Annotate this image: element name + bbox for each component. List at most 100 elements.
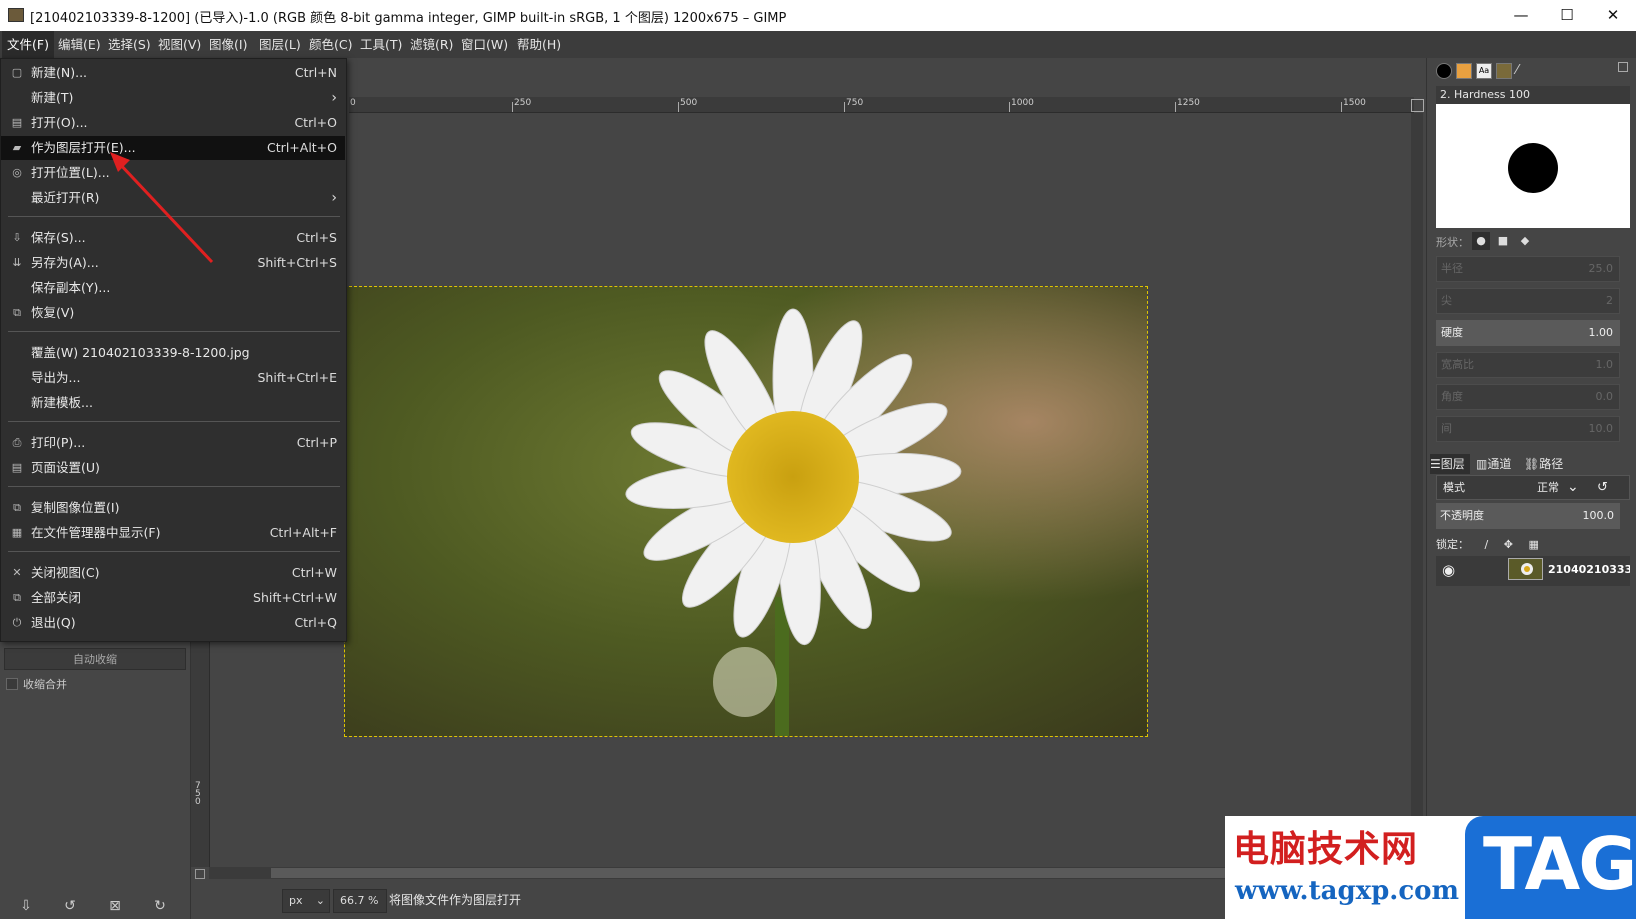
zoom-select[interactable]: 66.7 % — [333, 889, 387, 913]
circle-shape-icon[interactable]: ● — [1472, 232, 1490, 250]
maximize-button[interactable]: ☐ — [1544, 0, 1590, 31]
brushes-tab-icon[interactable] — [1436, 63, 1452, 79]
menu-select[interactable]: 选择(S) — [103, 31, 156, 58]
file-menu-item-label: 新建模板... — [31, 395, 93, 410]
brush-shape-circle — [1508, 143, 1558, 193]
ruler-tick — [1341, 102, 1342, 112]
file-menu-item-label: 打开(O)... — [31, 115, 88, 130]
param-label: 间 — [1441, 422, 1452, 435]
file-menu-item[interactable]: ✕ 关闭视图(C) Ctrl+W — [1, 561, 345, 585]
file-menu-item[interactable]: ⎙ 打印(P)... Ctrl+P — [1, 431, 345, 455]
file-menu-item[interactable]: ▤ 打开(O)... Ctrl+O — [1, 111, 345, 135]
diamond-shape-icon[interactable]: ◆ — [1516, 232, 1534, 250]
param-value: 25.0 — [1588, 262, 1614, 275]
layer-thumbnail-image — [1509, 559, 1542, 579]
menu-separator — [8, 551, 340, 552]
watermark-tag-logo: TAG — [1465, 816, 1636, 919]
menu-colors[interactable]: 颜色(C) — [304, 31, 357, 58]
image-canvas[interactable] — [344, 286, 1148, 737]
auto-shrink-button[interactable]: 自动收缩 — [4, 648, 186, 670]
menu-filters[interactable]: 滤镜(R) — [405, 31, 458, 58]
menu-layer[interactable]: 图层(L) — [254, 31, 306, 58]
vertical-scrollbar[interactable] — [1411, 113, 1423, 865]
tab-paths[interactable]: ⛓路径 — [1524, 454, 1568, 474]
menu-tools[interactable]: 工具(T) — [355, 31, 407, 58]
delete-icon[interactable]: ⊠ — [105, 896, 125, 916]
menu-edit[interactable]: 编辑(E) — [53, 31, 106, 58]
file-menu-item[interactable]: ⏻ 退出(Q) Ctrl+Q — [1, 611, 345, 635]
file-menu-item-shortcut: Ctrl+O — [294, 115, 337, 130]
save-tool-preset-icon[interactable]: ⇩ — [16, 896, 36, 916]
visibility-eye-icon[interactable]: ◉ — [1442, 561, 1455, 579]
opacity-slider[interactable]: 不透明度 100.0 — [1436, 503, 1620, 529]
save-icon: ⇩ — [12, 231, 22, 244]
file-menu-item[interactable]: ▢ 新建(N)... Ctrl+N — [1, 61, 345, 85]
watermark-url: www.tagxp.com — [1235, 876, 1460, 906]
navigate-icon[interactable] — [1411, 99, 1424, 112]
square-shape-icon[interactable]: ■ — [1494, 232, 1512, 250]
window-title: [210402103339-8-1200] (已导入)-1.0 (RGB 颜色 … — [30, 11, 787, 26]
lock-pixels-icon[interactable]: ∕ — [1485, 538, 1489, 551]
spacing-slider[interactable]: 间 10.0 — [1436, 416, 1620, 442]
file-menu-item-shortcut: Ctrl+W — [291, 565, 337, 580]
aspect-ratio-slider[interactable]: 宽高比 1.0 — [1436, 352, 1620, 378]
quick-mask-icon[interactable] — [195, 869, 205, 879]
minimize-button[interactable]: — — [1498, 0, 1544, 31]
gimp-app-icon — [8, 8, 24, 22]
composite-mode-icon[interactable]: ↺ — [1597, 476, 1608, 499]
file-menu-item[interactable]: ⧉ 全部关闭 Shift+Ctrl+W — [1, 586, 345, 610]
paint-dynamics-tab-icon[interactable]: ⁄ — [1516, 63, 1532, 79]
file-menu-item[interactable]: 导出为... Shift+Ctrl+E — [1, 366, 345, 390]
file-menu-item[interactable]: 保存副本(Y)... — [1, 276, 345, 300]
menu-image[interactable]: 图像(I) — [204, 31, 252, 58]
file-menu-item[interactable]: ▤ 页面设置(U) — [1, 456, 345, 480]
ruler-tick — [1175, 102, 1176, 112]
images-tab-icon[interactable] — [1496, 63, 1512, 79]
revert-icon: ⧉ — [13, 306, 21, 319]
angle-slider[interactable]: 角度 0.0 — [1436, 384, 1620, 410]
dock-menu-icon[interactable] — [1618, 62, 1628, 72]
file-menu-item[interactable]: ⧉ 复制图像位置(I) — [1, 496, 345, 520]
close-button[interactable]: ✕ — [1590, 0, 1636, 31]
menu-windows[interactable]: 窗口(W) — [456, 31, 513, 58]
fonts-tab-icon[interactable]: Aa — [1476, 63, 1492, 79]
menu-help[interactable]: 帮助(H) — [512, 31, 566, 58]
hardness-slider[interactable]: 硬度 1.00 — [1436, 320, 1620, 346]
ruler-label: 1250 — [1177, 98, 1200, 108]
lock-label: 锁定： — [1436, 538, 1469, 551]
unit-select[interactable]: px ⌄ — [282, 889, 330, 913]
file-menu-item[interactable]: 新建(T) › — [1, 86, 345, 110]
file-menu-item-label: 页面设置(U) — [31, 460, 100, 475]
ruler-label: 500 — [680, 98, 698, 108]
lock-position-icon[interactable]: ✥ — [1504, 538, 1513, 551]
param-value: 0.0 — [1595, 390, 1614, 403]
opacity-value: 100.0 — [1582, 509, 1615, 522]
tab-channels[interactable]: ▥通道 — [1476, 454, 1520, 474]
file-menu-item-label: 全部关闭 — [31, 590, 82, 605]
radius-slider[interactable]: 半径 25.0 — [1436, 256, 1620, 282]
menu-view[interactable]: 视图(V) — [153, 31, 206, 58]
param-label: 宽高比 — [1441, 358, 1474, 371]
file-menu-item[interactable]: ⧉ 恢复(V) — [1, 301, 345, 325]
file-menu-item[interactable]: ▦ 在文件管理器中显示(F) Ctrl+Alt+F — [1, 521, 345, 545]
file-menu-item-label: 新建(T) — [31, 90, 74, 105]
menu-file[interactable]: 文件(F) — [2, 31, 54, 58]
zoom-value: 66.7 % — [340, 894, 379, 907]
layer-mode-select[interactable]: 模式 正常 ⌄ ↺ — [1436, 475, 1630, 500]
file-menu-item[interactable]: 新建模板... — [1, 391, 345, 415]
patterns-tab-icon[interactable] — [1456, 63, 1472, 79]
tab-layers[interactable]: ☰图层 — [1430, 454, 1470, 474]
lock-alpha-icon[interactable]: ▦ — [1528, 538, 1538, 551]
ruler-tick — [678, 102, 679, 112]
layer-name[interactable]: 210402103339 — [1548, 563, 1630, 576]
reset-icon[interactable]: ↻ — [150, 896, 170, 916]
spikes-slider[interactable]: 尖 2 — [1436, 288, 1620, 314]
file-menu-item-label: 覆盖(W) 210402103339-8-1200.jpg — [31, 345, 250, 360]
horizontal-ruler[interactable]: 0 250 500 750 1000 1250 1500 — [349, 97, 1414, 113]
opacity-label: 不透明度 — [1440, 509, 1484, 522]
restore-icon[interactable]: ↺ — [60, 896, 80, 916]
file-menu-item[interactable]: 覆盖(W) 210402103339-8-1200.jpg — [1, 341, 345, 365]
param-value: 1.00 — [1588, 326, 1614, 339]
status-message: 将图像文件作为图层打开 — [389, 893, 522, 907]
shrink-merge-checkbox[interactable] — [6, 678, 18, 690]
